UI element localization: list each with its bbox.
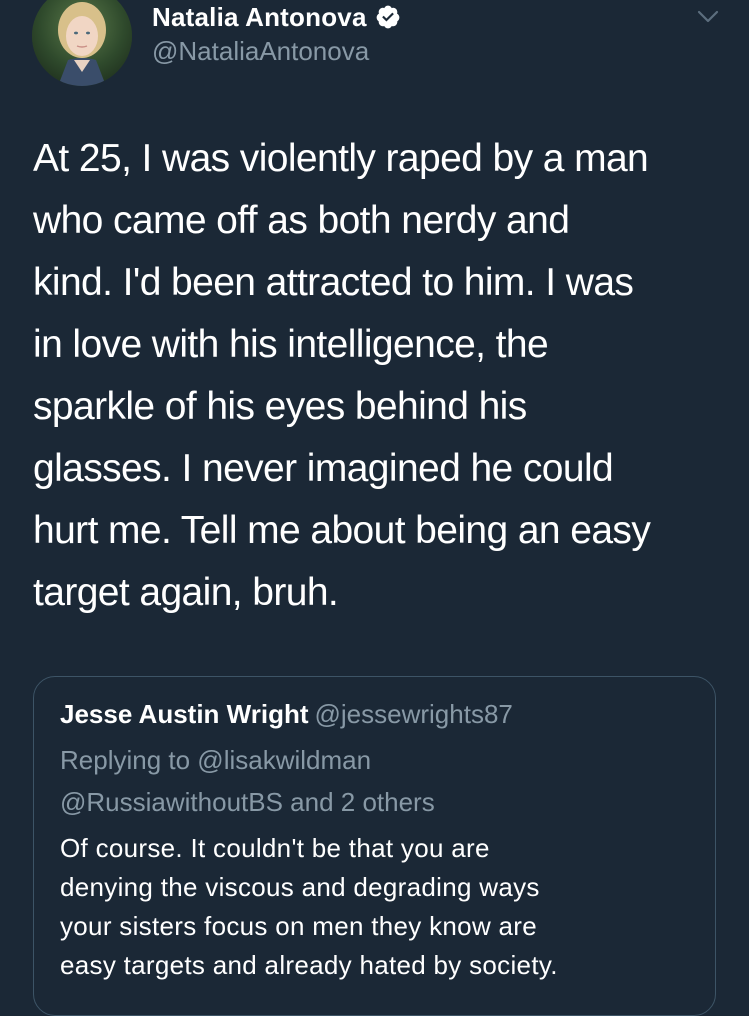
quoted-text-line: easy targets and already hated by societ…	[60, 950, 558, 980]
reply-context-line: Replying to @lisakwildman	[60, 745, 372, 775]
tweet: Natalia Antonova @NataliaAntonova At 25,…	[0, 0, 749, 1016]
verified-badge-icon	[376, 5, 399, 29]
quoted-tweet-header: Jesse Austin Wright @jessewrights87	[60, 699, 513, 730]
quoted-reply-context: Replying to @lisakwildman @Russiawithout…	[60, 739, 435, 823]
author-name-row[interactable]: Natalia Antonova	[152, 0, 401, 36]
quoted-text-line: denying the viscous and degrading ways	[60, 872, 540, 902]
quoted-tweet-text: Of course. It couldn't be that you are d…	[60, 829, 700, 985]
chevron-down-icon[interactable]	[696, 6, 720, 26]
quoted-author-handle: @jessewrights87	[314, 699, 513, 729]
quoted-author-name: Jesse Austin Wright	[60, 699, 309, 729]
tweet-text-line: who came off as both nerdy and	[33, 199, 570, 242]
quoted-tweet-card[interactable]: Jesse Austin Wright @jessewrights87 Reply…	[33, 676, 716, 1016]
tweet-text-line: glasses. I never imagined he could	[33, 447, 614, 490]
reply-context-line: @RussiawithoutBS and 2 others	[60, 787, 435, 817]
avatar[interactable]	[32, 0, 132, 86]
tweet-text: At 25, I was violently raped by a man wh…	[33, 128, 723, 624]
tweet-text-line: At 25, I was violently raped by a man	[33, 137, 649, 180]
author-handle[interactable]: @NataliaAntonova	[152, 36, 369, 67]
tweet-text-line: kind. I'd been attracted to him. I was	[33, 261, 634, 304]
quoted-text-line: your sisters focus on men they know are	[60, 911, 538, 941]
quoted-text-line: Of course. It couldn't be that you are	[60, 833, 490, 863]
avatar-image	[32, 0, 132, 86]
tweet-text-line: in love with his intelligence, the	[33, 323, 549, 366]
author-display-name[interactable]: Natalia Antonova	[152, 2, 367, 33]
tweet-text-line: hurt me. Tell me about being an easy	[33, 509, 651, 552]
tweet-text-line: target again, bruh.	[33, 571, 339, 614]
tweet-text-line: sparkle of his eyes behind his	[33, 385, 527, 428]
